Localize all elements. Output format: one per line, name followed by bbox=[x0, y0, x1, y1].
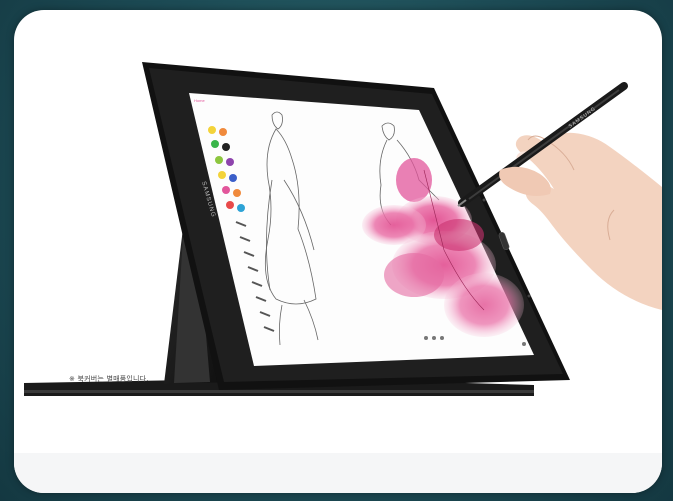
card-footer bbox=[14, 453, 662, 493]
hand bbox=[515, 132, 662, 310]
stylus-brand-text: SAMSUNG bbox=[568, 106, 598, 130]
svg-text:Home: Home bbox=[194, 98, 205, 103]
accessory-note: ※ 북커버는 별매품입니다. bbox=[69, 375, 149, 383]
tablet-product-photo: Home SAMSUNG SAMSUNG bbox=[24, 62, 662, 396]
photo-card: Home SAMSUNG SAMSUNG ※ 북커버는 별매품입니다. bbox=[14, 10, 662, 493]
